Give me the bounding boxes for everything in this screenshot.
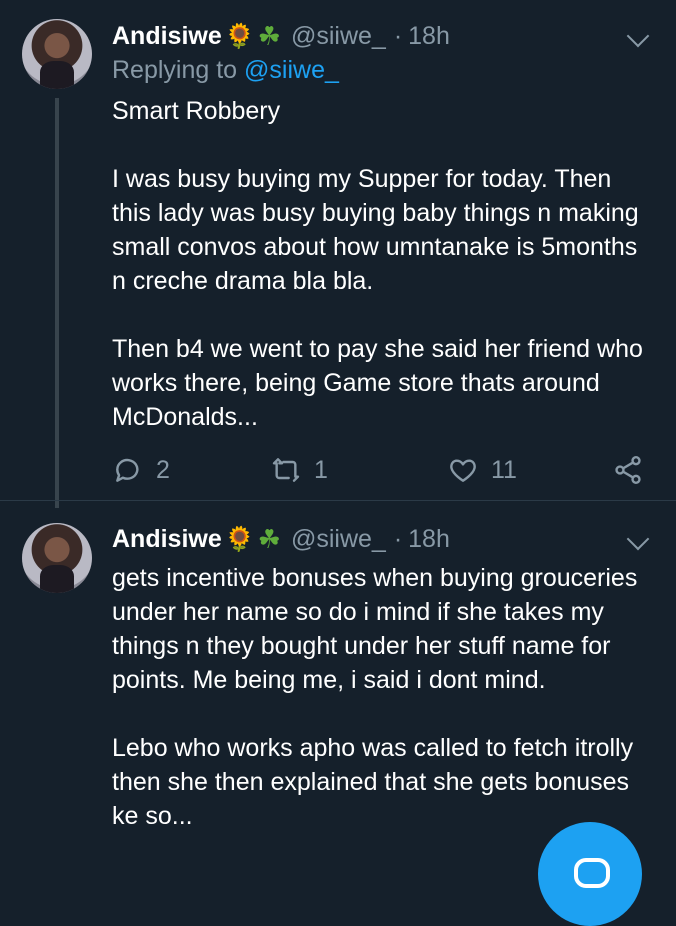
sunflower-emoji: 🌻 xyxy=(224,525,255,553)
share-button[interactable] xyxy=(612,450,644,490)
separator-dot: · xyxy=(393,21,403,50)
chevron-down-icon[interactable] xyxy=(626,24,650,48)
tweet-paragraph: Lebo who works apho was called to fetch … xyxy=(112,734,634,830)
tweet-text: gets incentive bonuses when buying grouc… xyxy=(112,561,657,867)
thread-connector-line xyxy=(55,98,59,508)
separator-dot: · xyxy=(393,524,403,553)
user-handle[interactable]: @siiwe_ xyxy=(291,22,386,51)
reply-icon xyxy=(116,458,139,482)
tweet-paragraph: I was busy buying my Supper for today. T… xyxy=(112,165,639,295)
sunflower-emoji: 🌻 xyxy=(224,22,255,50)
replying-to: Replying to @siiwe_ xyxy=(112,56,339,85)
retweet-button[interactable]: 1 xyxy=(270,450,328,490)
user-handle[interactable]: @siiwe_ xyxy=(291,525,386,554)
replying-to-mention[interactable]: @siiwe_ xyxy=(244,56,339,84)
tweet-paragraph: Smart Robbery xyxy=(112,97,281,125)
avatar[interactable] xyxy=(22,19,92,89)
like-count: 11 xyxy=(491,455,517,484)
share-icon xyxy=(615,456,641,484)
timestamp[interactable]: 18h xyxy=(408,525,450,554)
reply-button[interactable]: 2 xyxy=(112,450,170,490)
reply-count: 2 xyxy=(156,455,170,484)
tweet-text: Smart Robbery I was busy buying my Suppe… xyxy=(112,94,657,468)
shamrock-emoji: ☘ xyxy=(257,20,281,51)
timestamp[interactable]: 18h xyxy=(408,22,450,51)
heart-icon xyxy=(450,459,476,482)
compose-button[interactable] xyxy=(538,822,642,926)
display-name[interactable]: Andisiwe xyxy=(112,525,222,554)
like-button[interactable]: 11 xyxy=(447,450,517,490)
tweet-actions: 2 1 11 xyxy=(112,450,652,490)
retweet-count: 1 xyxy=(314,455,328,484)
replying-to-label: Replying to xyxy=(112,56,238,84)
chevron-down-icon[interactable] xyxy=(626,527,650,551)
retweet-icon xyxy=(272,458,300,482)
tweet-1[interactable]: Andisiwe 🌻 ☘ @siiwe_ · 18h Replying to @… xyxy=(0,0,676,508)
avatar[interactable] xyxy=(22,523,92,593)
tweet-header: Andisiwe 🌻 ☘ @siiwe_ · 18h xyxy=(112,521,450,557)
tweet-paragraph: Then b4 we went to pay she said her frie… xyxy=(112,335,643,431)
tweet-paragraph: gets incentive bonuses when buying grouc… xyxy=(112,564,638,694)
tweet-header: Andisiwe 🌻 ☘ @siiwe_ · 18h xyxy=(112,18,450,54)
display-name[interactable]: Andisiwe xyxy=(112,22,222,51)
shamrock-emoji: ☘ xyxy=(257,523,281,554)
